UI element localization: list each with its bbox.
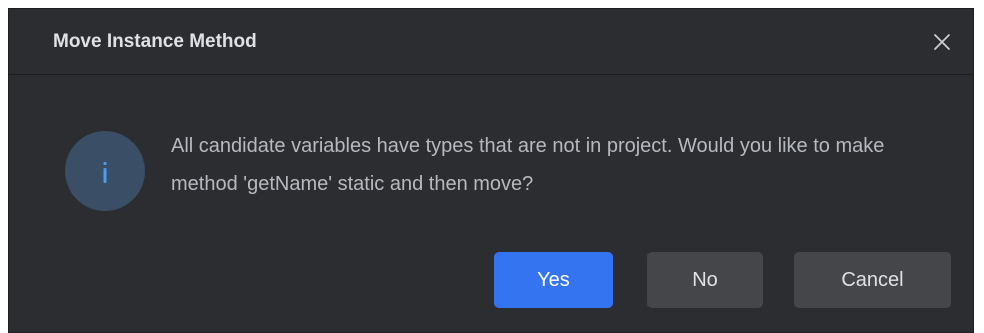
dialog-title: Move Instance Method [53,31,257,52]
move-instance-method-dialog: Move Instance Method All candidate varia… [8,8,974,333]
dialog-message: All candidate variables have types that … [171,135,885,195]
close-icon[interactable] [931,31,953,53]
yes-button[interactable]: Yes [494,252,613,308]
no-button[interactable]: No [647,252,763,308]
info-icon [65,131,145,211]
dialog-titlebar: Move Instance Method [9,9,973,75]
cancel-button[interactable]: Cancel [794,252,951,308]
